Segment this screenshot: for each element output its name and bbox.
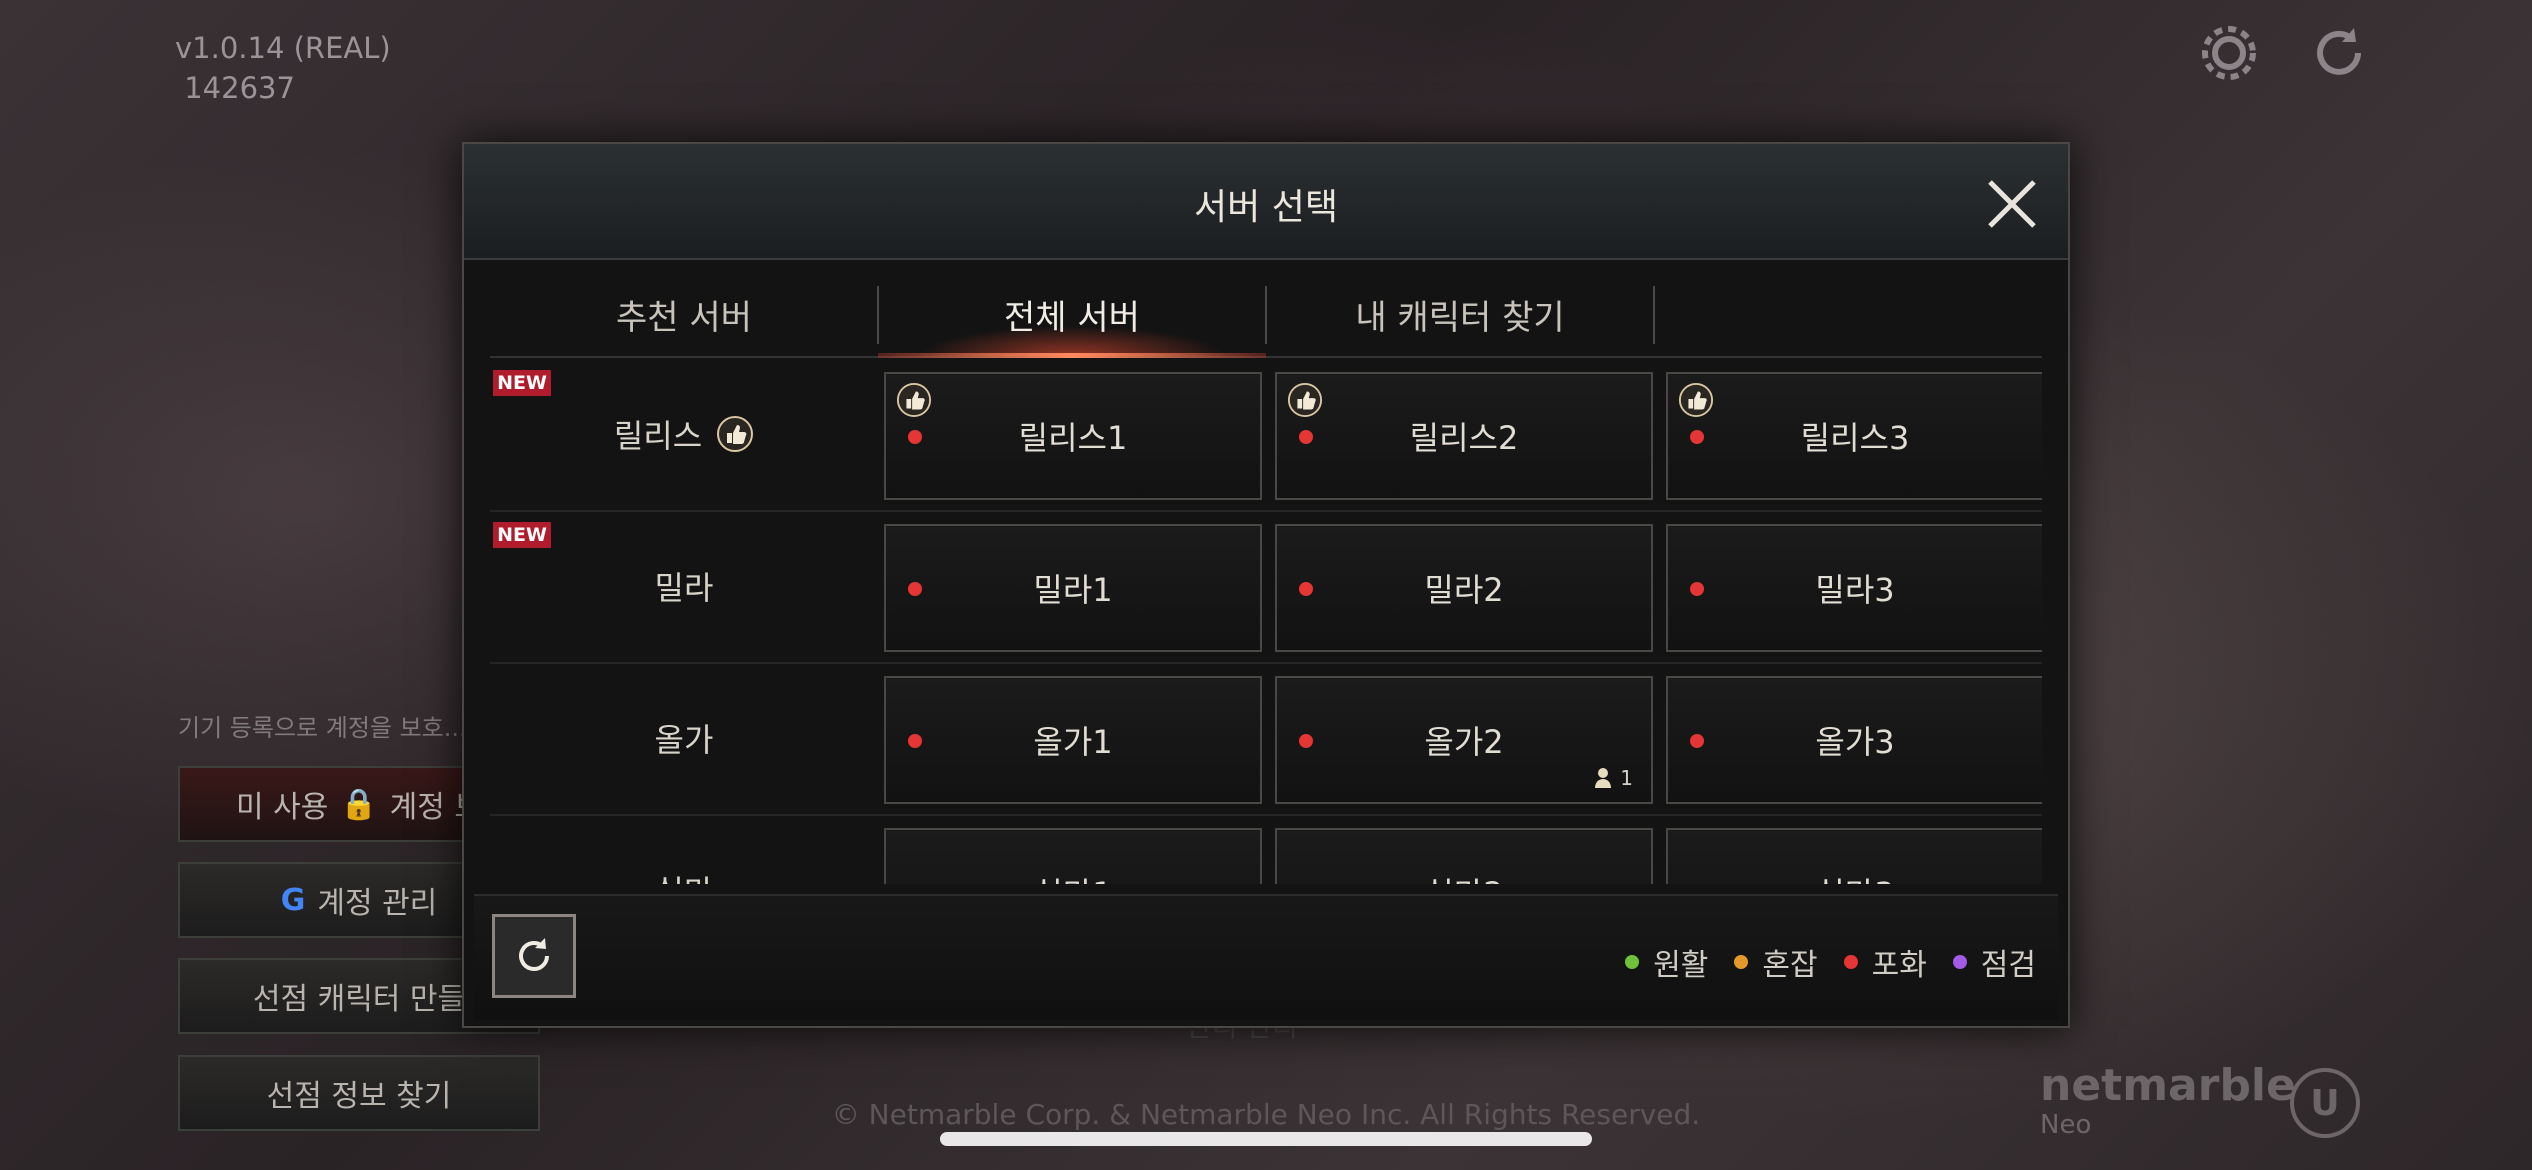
status-full-dot	[1690, 430, 1704, 444]
thumbs-up-icon	[1678, 382, 1714, 418]
home-indicator[interactable]	[940, 1132, 1592, 1146]
character-count-value: 1	[1620, 766, 1633, 790]
thumbs-up-icon	[717, 416, 754, 452]
status-full-dot	[1299, 430, 1313, 444]
server-name: 밀라1	[1033, 571, 1113, 609]
server-name: 올가1	[1033, 723, 1113, 761]
server-group-row: NEW 밀라 밀라1 밀라2 밀라3	[490, 510, 2042, 664]
tab-all-servers[interactable]: 전체 서버	[878, 272, 1266, 358]
legend-dot	[1843, 955, 1858, 969]
version-label: v1.0.14 (REAL) 142637	[175, 31, 391, 105]
reload-icon[interactable]	[2306, 20, 2372, 86]
modal-footer: 원활 혼잡 포화 점검	[474, 894, 2058, 1020]
legend-busy: 혼잡	[1734, 940, 1818, 984]
server-select-modal: 서버 선택 추천 서버 전체 서버 내 캐릭터 찾기 NEW 릴리스 릴리스1 …	[462, 142, 2070, 1028]
lock-icon: 🔒	[340, 786, 378, 822]
netmarble-neo-logo: Neo	[2040, 1110, 2092, 1140]
server-name: 실마1	[1033, 869, 1112, 884]
refresh-button[interactable]	[492, 914, 576, 998]
legend-label: 점검	[1980, 948, 2036, 983]
status-full-dot	[908, 734, 922, 748]
tab-find-label: 내 캐릭터 찾기	[1355, 297, 1565, 338]
device-register-notice: 기기 등록으로 계정을 보호...	[178, 714, 467, 742]
server-name: 실마2	[1424, 869, 1503, 884]
status-full-dot	[908, 430, 922, 444]
server-group-label: 밀라	[490, 510, 878, 662]
account-manage-label: 계정 관리	[317, 886, 438, 921]
legend-label: 혼잡	[1762, 948, 1818, 983]
legend-label: 포화	[1871, 948, 1927, 983]
status-full-dot	[1299, 734, 1313, 748]
server-button[interactable]: 실마2	[1275, 828, 1653, 884]
server-group-row: NEW 릴리스 릴리스1 릴리스2 릴리스3	[490, 358, 2042, 512]
server-group-label: 실마	[490, 814, 878, 884]
status-full-dot	[1690, 582, 1704, 596]
close-icon[interactable]	[1984, 176, 2040, 232]
server-button[interactable]: 올가3	[1666, 676, 2042, 804]
server-button[interactable]: 올가2 1	[1275, 676, 1653, 804]
modal-title: 서버 선택	[1194, 187, 1338, 228]
thumbs-up-icon	[896, 382, 932, 418]
tab-all-label: 전체 서버	[1004, 297, 1140, 338]
tab-recommended-label: 추천 서버	[616, 297, 752, 338]
tab-recommended[interactable]: 추천 서버	[490, 272, 878, 356]
status-full-dot	[908, 582, 922, 596]
server-name: 밀라2	[1424, 571, 1504, 609]
server-name: 릴리스2	[1409, 419, 1519, 457]
character-icon	[1595, 768, 1612, 788]
server-group-name: 실마	[655, 867, 714, 884]
server-name: 밀라3	[1815, 571, 1895, 609]
character-count: 1	[1594, 766, 1633, 790]
legend-dot	[1625, 955, 1640, 969]
legend-maintenance: 점검	[1952, 940, 2036, 984]
server-list[interactable]: NEW 릴리스 릴리스1 릴리스2 릴리스3 NEW 밀라 밀라1 밀라2 밀라…	[490, 358, 2042, 884]
server-button[interactable]: 릴리스1	[884, 372, 1262, 500]
legend-full: 포화	[1843, 940, 1927, 984]
server-group-label: 올가	[490, 662, 878, 814]
netmarble-logo: netmarble	[2040, 1060, 2296, 1111]
server-group-name: 릴리스	[613, 417, 703, 455]
settings-gear-icon[interactable]	[2196, 20, 2262, 86]
precreate-label: 선점 캐릭터 만들	[252, 982, 466, 1017]
server-tabs: 추천 서버 전체 서버 내 캐릭터 찾기	[490, 272, 2042, 358]
server-button[interactable]: 밀라1	[884, 524, 1262, 652]
tab-find-my-character[interactable]: 내 캐릭터 찾기	[1266, 272, 1654, 356]
google-icon: G	[280, 882, 306, 918]
legend-dot	[1952, 955, 1967, 969]
server-button[interactable]: 릴리스3	[1666, 372, 2042, 500]
server-button[interactable]: 올가1	[884, 676, 1262, 804]
server-name: 올가3	[1815, 723, 1895, 761]
legend-dot	[1734, 955, 1749, 969]
legend-label: 원활	[1653, 948, 1709, 983]
server-group-name: 밀라	[654, 569, 714, 607]
status-full-dot	[1690, 734, 1704, 748]
server-group-label: 릴리스	[490, 358, 878, 510]
server-group-row: 실마 실마1 실마2 실마3	[490, 814, 2042, 884]
server-button[interactable]: 밀라2	[1275, 524, 1653, 652]
server-button[interactable]: 릴리스2	[1275, 372, 1653, 500]
modal-header: 서버 선택	[464, 144, 2068, 260]
server-button[interactable]: 실마3	[1666, 828, 2042, 884]
server-name: 릴리스1	[1018, 419, 1128, 457]
thumbs-up-icon	[1287, 382, 1323, 418]
refresh-icon	[519, 938, 549, 971]
legend-smooth: 원활	[1625, 940, 1708, 984]
server-button[interactable]: 밀라3	[1666, 524, 2042, 652]
server-name: 실마3	[1815, 869, 1894, 884]
server-group-row: 올가 올가1 올가2 1 올가3	[490, 662, 2042, 816]
status-full-dot	[1299, 582, 1313, 596]
unused-label: 미 사용	[235, 790, 329, 825]
server-name: 릴리스3	[1800, 419, 1910, 457]
server-group-name: 올가	[654, 721, 714, 759]
status-legend: 원활 혼잡 포화 점검	[1625, 940, 2036, 984]
unreal-engine-logo: U	[2290, 1068, 2360, 1138]
server-button[interactable]: 실마1	[884, 828, 1262, 884]
tab-separator	[1653, 286, 1655, 344]
server-name: 올가2	[1424, 723, 1504, 761]
